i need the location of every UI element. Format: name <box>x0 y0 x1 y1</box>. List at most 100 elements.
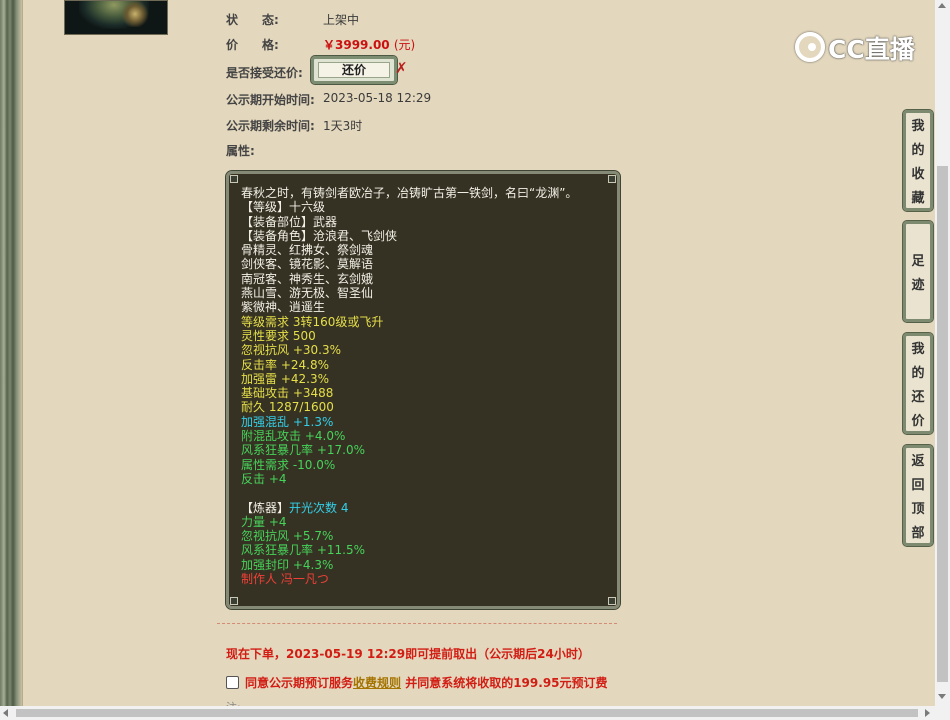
attribute-line: 风系狂暴几率 +11.5% <box>241 543 577 557</box>
sidebar-char: 回 <box>911 478 925 493</box>
price-label: 价 格: <box>226 38 279 52</box>
sidebar-char: 部 <box>911 526 925 541</box>
attribute-text: 属性需求 -10.0% <box>241 457 336 472</box>
attribute-text: 风系狂暴几率 +11.5% <box>241 543 365 558</box>
attribute-line: 附混乱攻击 +4.0% <box>241 429 577 443</box>
start-time-row: 公示期开始时间: 2023-05-18 12:29 <box>226 91 431 108</box>
scroll-left-icon[interactable] <box>3 709 8 717</box>
horizontal-scroll-thumb[interactable] <box>16 709 918 717</box>
haggle-label: 是否接受还价: <box>226 66 303 80</box>
corner-ornament <box>230 175 238 183</box>
attribute-text: 加强雷 +42.3% <box>241 371 329 386</box>
attribute-line: 【炼器】开光次数 4 <box>241 501 577 515</box>
scroll-up-icon[interactable] <box>938 3 946 8</box>
attribute-lines: 春秋之时，有铸剑者欧冶子，冶铸旷古第一铁剑，名曰“龙渊”。 【等级】十六级 【装备部… <box>241 186 577 586</box>
sidebar-char: 藏 <box>911 191 925 206</box>
status-row: 状 态: 上架中 <box>226 11 359 28</box>
attribute-text: 等级需求 3转160级或飞升 <box>241 314 384 329</box>
attribute-extra: 开光次数 4 <box>289 500 349 515</box>
attribute-text: 风系狂暴几率 +17.0% <box>241 443 365 458</box>
attributes-label: 属性: <box>226 144 255 158</box>
attribute-text: 耐久 1287/1600 <box>241 400 334 415</box>
attribute-text: 力量 +4 <box>241 514 287 529</box>
horizontal-scrollbar[interactable] <box>0 706 935 720</box>
sidebar-char: 返 <box>911 454 925 469</box>
attribute-text: 南冠客、神秀生、玄剑娥 <box>241 271 374 286</box>
haggle-disabled-icon: ✗ <box>395 59 408 77</box>
attribute-text: 忽视抗风 +5.7% <box>241 529 334 544</box>
status-label: 状 态: <box>226 13 279 27</box>
attribute-text: 灵性要求 500 <box>241 328 316 343</box>
haggle-row: 是否接受还价: <box>226 64 303 81</box>
sidebar-char: 迹 <box>911 278 925 293</box>
sidebar-tab-footprints[interactable]: 足 迹 <box>902 220 934 323</box>
attribute-line: 加强雷 +42.3% <box>241 372 577 386</box>
corner-ornament <box>230 597 238 605</box>
attribute-text: 【炼器】 <box>241 500 290 515</box>
vertical-scrollbar[interactable] <box>935 0 950 720</box>
sidebar-tab-my-offers[interactable]: 我 的 还 价 <box>902 332 934 435</box>
remain-time-row: 公示期剩余时间: 1天3时 <box>226 117 362 134</box>
vertical-scroll-thumb[interactable] <box>937 166 948 682</box>
attribute-line: 【装备角色】沧浪君、飞剑侠 <box>241 229 577 243</box>
sidebar-char: 价 <box>911 414 925 429</box>
attribute-line: 加强混乱 +1.3% <box>241 415 577 429</box>
price-row: 价 格: ￥3999.00 (元) <box>226 36 415 53</box>
agree-prefix: 同意公示期预订服务 <box>245 676 354 690</box>
left-frame-edge <box>22 0 23 720</box>
fee-rules-link[interactable]: 收费规则 <box>353 676 401 690</box>
attributes-panel: 春秋之时，有铸剑者欧冶子，冶铸旷古第一铁剑，名曰“龙渊”。 【等级】十六级 【装备部… <box>225 170 621 610</box>
start-time-label: 公示期开始时间: <box>226 93 315 107</box>
agree-checkbox[interactable] <box>226 676 239 689</box>
haggle-control: 还价 ✗ <box>310 55 408 85</box>
early-pickup-notice: 现在下单，2023-05-19 12:29即可提前取出（公示期后24小时） <box>226 647 590 661</box>
item-thumbnail[interactable] <box>64 0 168 35</box>
sidebar-char: 收 <box>911 167 925 182</box>
scroll-down-icon[interactable] <box>938 694 946 699</box>
attribute-text: 基础攻击 +3488 <box>241 386 334 401</box>
attribute-text: 春秋之时，有铸剑者欧冶子，冶铸旷古第一铁剑，名曰“龙渊”。 <box>241 186 578 200</box>
attribute-line: 加强封印 +4.3% <box>241 558 577 572</box>
haggle-button-label: 还价 <box>318 62 390 78</box>
attribute-text: 【等级】十六级 <box>241 200 326 215</box>
agree-row: 同意公示期预订服务收费规则 并同意系统将收取的199.95元预订费 <box>226 674 608 691</box>
sidebar-char: 还 <box>911 390 925 405</box>
remain-time-value: 1天3时 <box>323 119 363 133</box>
attribute-line: 紫微神、逍遥生 <box>241 300 577 314</box>
attribute-line: 力量 +4 <box>241 515 577 529</box>
start-time-value: 2023-05-18 12:29 <box>323 91 432 105</box>
attribute-text: 【装备部位】武器 <box>241 214 338 229</box>
attribute-line: 【等级】十六级 <box>241 200 577 214</box>
cc-logo-text: CC直播 <box>828 35 915 64</box>
attribute-line: 骨精灵、红拂女、祭剑魂 <box>241 243 577 257</box>
attribute-line: 燕山雪、游无极、智圣仙 <box>241 286 577 300</box>
attribute-line: 属性需求 -10.0% <box>241 458 577 472</box>
attribute-line: 剑侠客、镜花影、莫解语 <box>241 257 577 271</box>
attribute-line: 反击率 +24.8% <box>241 358 577 372</box>
corner-ornament <box>608 175 616 183</box>
attribute-line: 【装备部位】武器 <box>241 215 577 229</box>
thumbnail-highlight <box>120 1 150 27</box>
attribute-line: 反击 +4 <box>241 472 577 486</box>
attribute-line: 制作人 冯一凡つ <box>241 572 577 586</box>
attribute-line: 忽视抗风 +5.7% <box>241 529 577 543</box>
attribute-text: 剑侠客、镜花影、莫解语 <box>241 257 374 272</box>
attribute-text: 反击 +4 <box>241 471 287 486</box>
attribute-line: 耐久 1287/1600 <box>241 400 577 414</box>
scroll-right-icon[interactable] <box>925 709 930 717</box>
sidebar-char: 足 <box>911 254 925 269</box>
attribute-text: 骨精灵、红拂女、祭剑魂 <box>241 243 374 258</box>
sidebar-tab-back-to-top[interactable]: 返 回 顶 部 <box>902 444 934 547</box>
attribute-line: 忽视抗风 +30.3% <box>241 343 577 357</box>
attribute-line: 南冠客、神秀生、玄剑娥 <box>241 272 577 286</box>
attributes-row: 属性: <box>226 142 255 159</box>
cc-logo-icon <box>795 32 825 62</box>
agree-suffix: 并同意系统将收取的199.95元预订费 <box>401 676 608 690</box>
status-value: 上架中 <box>323 13 360 27</box>
section-divider <box>217 623 617 624</box>
attribute-text: 反击率 +24.8% <box>241 357 329 372</box>
sidebar-tab-favorites[interactable]: 我 的 收 藏 <box>902 109 934 212</box>
haggle-button[interactable]: 还价 <box>310 55 398 85</box>
corner-ornament <box>608 597 616 605</box>
attribute-line <box>241 486 577 500</box>
